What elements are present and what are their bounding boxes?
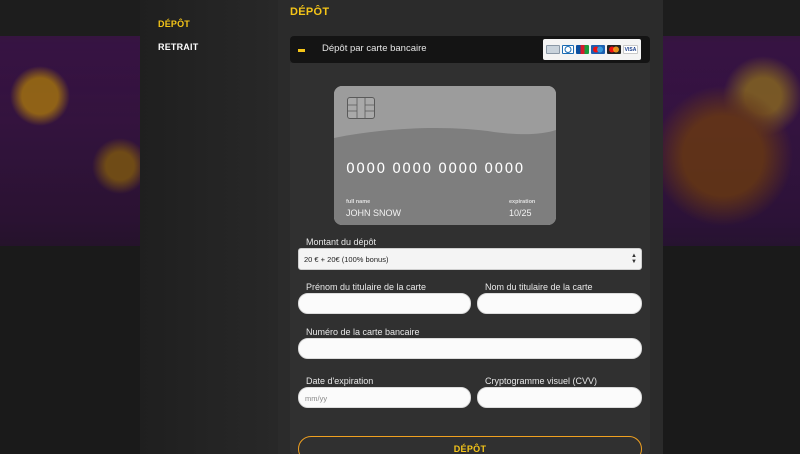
card-brand-logos: VISA (543, 39, 641, 60)
maestro-icon (591, 45, 605, 54)
deposit-submit-button[interactable]: DÉPÔT (298, 436, 642, 454)
select-arrows-icon: ▲ ▼ (631, 253, 637, 265)
expiry-placeholder: mm/yy (305, 394, 328, 403)
cardnumber-label: Numéro de la carte bancaire (306, 327, 420, 337)
jcb-icon (576, 45, 589, 54)
deposit-form: Montant du dépôt 20 € + 20€ (100% bonus)… (298, 63, 642, 454)
generic-card-icon (546, 45, 560, 54)
payment-method-header[interactable]: Dépôt par carte bancaire VISA (290, 36, 650, 63)
amount-select[interactable]: 20 € + 20€ (100% bonus) ▲ ▼ (298, 248, 642, 270)
sidebar-item-retrait[interactable]: RETRAIT (158, 42, 198, 52)
cashier-main: DÉPÔT Dépôt par carte bancaire VISA 0000… (278, 0, 663, 454)
card-payment-panel: 0000 0000 0000 0000 full name JOHN SNOW … (290, 63, 650, 454)
payment-method-label: Dépôt par carte bancaire (322, 43, 427, 54)
page-title: DÉPÔT (290, 6, 330, 18)
visa-icon: VISA (623, 45, 638, 54)
firstname-label: Prénom du titulaire de la carte (306, 282, 427, 292)
expiry-label: Date d'expiration (306, 376, 374, 386)
mastercard-icon (607, 45, 621, 54)
expiry-input[interactable]: mm/yy (298, 387, 471, 408)
game-banner-right (663, 36, 800, 246)
cvv-input[interactable] (477, 387, 642, 408)
sidebar-item-depot[interactable]: DÉPÔT (158, 19, 190, 29)
cashier-sidebar: DÉPÔT RETRAIT (140, 0, 278, 454)
diners-icon (562, 45, 574, 54)
lastname-input[interactable] (477, 293, 642, 314)
firstname-input[interactable] (298, 293, 471, 314)
amount-select-value: 20 € + 20€ (100% bonus) (304, 255, 389, 264)
cardnumber-input[interactable] (298, 338, 642, 359)
amount-label: Montant du dépôt (306, 237, 377, 247)
game-banner-left (0, 36, 140, 246)
cvv-label: Cryptogramme visuel (CVV) (485, 376, 598, 386)
lastname-label: Nom du titulaire de la carte (485, 282, 593, 292)
cashier-modal: DÉPÔT RETRAIT DÉPÔT Dépôt par carte banc… (140, 0, 663, 454)
collapse-icon[interactable] (298, 49, 305, 52)
